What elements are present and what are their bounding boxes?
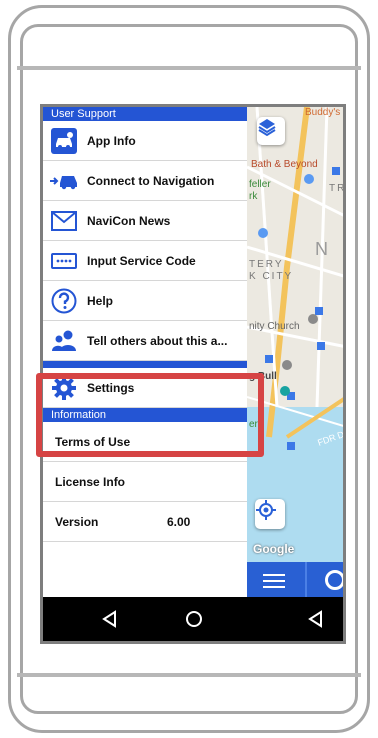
map-label: feller — [249, 179, 271, 190]
drawer-item-tell-others[interactable]: Tell others about this a... — [43, 321, 247, 361]
drawer-item-label: NaviCon News — [87, 213, 171, 228]
version-value: 6.00 — [167, 514, 191, 529]
map-label: N — [315, 239, 328, 259]
settings-section-header — [43, 361, 247, 368]
locate-button[interactable] — [255, 499, 285, 529]
map-label: nity Church — [249, 321, 300, 332]
crosshair-icon — [256, 500, 276, 520]
map-label: TERY — [249, 259, 284, 270]
drawer-item-label: Connect to Navigation — [87, 173, 215, 188]
phone-top-bezel-line — [17, 66, 361, 70]
map-label: Buddy's — [305, 107, 341, 118]
map-view[interactable]: Buddy's Bath & Beyond feller rk TR N TER… — [247, 107, 346, 597]
map-label: Bath & Beyond — [251, 159, 318, 170]
map-label: TR — [329, 183, 346, 194]
drawer-item-navicon-news[interactable]: NaviCon News — [43, 201, 247, 241]
drawer-item-label: Tell others about this a... — [87, 333, 228, 348]
question-icon — [50, 287, 78, 315]
envelope-icon — [50, 207, 78, 235]
user-support-header: User Support — [43, 107, 247, 121]
drawer-item-help[interactable]: Help — [43, 281, 247, 321]
phone-bottom-bezel-line — [17, 673, 361, 677]
drawer-item-version: Version 6.00 — [43, 502, 247, 542]
code-input-icon — [50, 247, 78, 275]
drawer-item-label: Help — [87, 293, 114, 308]
drawer-item-license-info[interactable]: License Info — [43, 462, 247, 502]
drawer-item-connect-to-navigation[interactable]: Connect to Navigation — [43, 161, 247, 201]
navigation-drawer: User Support App Info Connect to Navigat… — [43, 107, 247, 597]
connect-car-icon — [50, 167, 78, 195]
people-icon — [50, 327, 78, 355]
google-logo: Google — [253, 542, 295, 556]
back-icon-secondary[interactable] — [307, 610, 325, 628]
map-bar-divider — [305, 562, 307, 597]
home-icon[interactable] — [185, 610, 203, 628]
map-bottom-bar — [247, 562, 343, 597]
layers-icon — [258, 119, 276, 137]
drawer-item-app-info[interactable]: App Info — [43, 121, 247, 161]
android-nav-bar — [43, 597, 343, 641]
map-label: K CITY — [249, 271, 294, 282]
menu-icon[interactable] — [263, 570, 285, 590]
drawer-item-label: App Info — [87, 133, 136, 148]
map-layers-button[interactable] — [257, 117, 285, 145]
version-label: Version — [55, 514, 99, 529]
settings-highlight-box — [36, 373, 264, 457]
map-label: rk — [249, 191, 258, 202]
car-info-icon — [50, 127, 78, 155]
search-icon[interactable] — [325, 570, 343, 590]
drawer-item-label: Input Service Code — [87, 253, 196, 268]
drawer-item-input-service-code[interactable]: Input Service Code — [43, 241, 247, 281]
back-icon[interactable] — [101, 610, 119, 628]
